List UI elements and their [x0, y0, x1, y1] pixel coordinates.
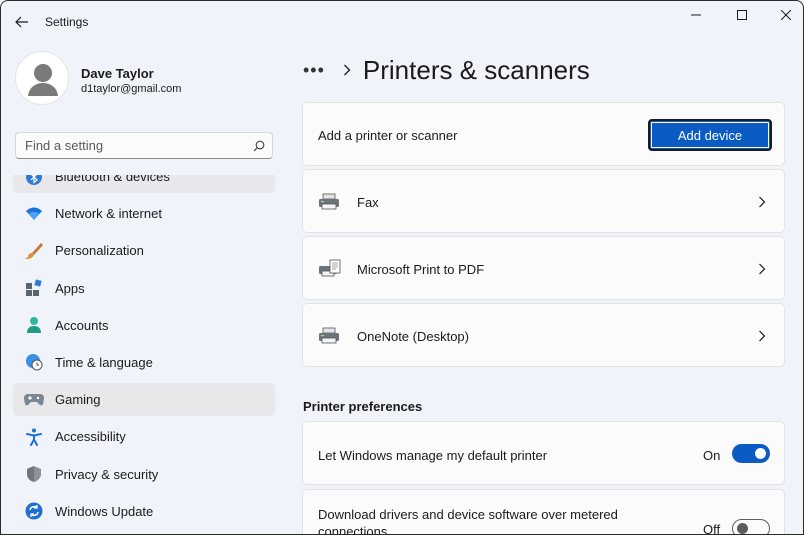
sidebar-nav: Bluetooth & devices Network & internet P… [13, 175, 279, 534]
user-profile[interactable]: Dave Taylor d1taylor@gmail.com [15, 51, 275, 107]
default-printer-state: On [703, 448, 721, 463]
add-printer-card: Add a printer or scanner Add device [302, 102, 785, 166]
toggle-knob [755, 448, 766, 459]
settings-window: Settings Dave Taylor d1taylor@gmail.com [0, 0, 804, 535]
printer-item-fax[interactable]: Fax [302, 169, 785, 233]
default-printer-toggle[interactable] [732, 444, 770, 463]
sidebar-item-windows-update[interactable]: Windows Update [13, 495, 275, 528]
update-icon [23, 500, 45, 522]
add-printer-label: Add a printer or scanner [318, 128, 458, 143]
title-bar: Settings [1, 1, 803, 41]
close-button[interactable] [769, 5, 803, 25]
sidebar-item-label: Personalization [55, 243, 144, 259]
gamepad-icon [23, 389, 45, 411]
breadcrumb: ••• Printers & scanners [303, 55, 590, 85]
sidebar-item-bluetooth[interactable]: Bluetooth & devices [13, 175, 275, 193]
search-icon[interactable] [246, 140, 272, 152]
printer-icon [318, 326, 342, 346]
sidebar-item-label: Accounts [55, 317, 109, 333]
printer-preferences-heading: Printer preferences [303, 399, 423, 414]
sidebar-item-accessibility[interactable]: Accessibility [13, 420, 275, 453]
metered-download-setting: Download drivers and device software ove… [302, 489, 785, 535]
sidebar-item-label: Apps [55, 280, 85, 296]
maximize-button[interactable] [725, 5, 759, 25]
sidebar-item-label: Gaming [55, 392, 101, 408]
paintbrush-icon [23, 240, 45, 262]
sidebar-item-label: Windows Update [55, 503, 154, 519]
user-avatar-icon [28, 64, 58, 96]
sidebar-item-privacy[interactable]: Privacy & security [13, 458, 275, 491]
person-icon [23, 314, 45, 336]
metered-download-label: Download drivers and device software ove… [318, 507, 618, 535]
printer-name: Fax [357, 195, 379, 210]
sidebar-item-accounts[interactable]: Accounts [13, 309, 275, 342]
sidebar-item-label: Time & language [55, 354, 153, 370]
page-title: Printers & scanners [362, 54, 590, 85]
sidebar-item-apps[interactable]: Apps [13, 272, 275, 305]
search-box [15, 132, 273, 159]
close-icon [781, 10, 791, 20]
sidebar-item-time-language[interactable]: Time & language [13, 346, 275, 379]
shield-icon [23, 463, 45, 485]
toggle-knob [737, 523, 748, 534]
sidebar-item-label: Accessibility [55, 429, 126, 445]
user-email: d1taylor@gmail.com [81, 83, 182, 95]
breadcrumb-more-button[interactable]: ••• [303, 60, 325, 81]
pdf-printer-icon [318, 259, 342, 279]
accessibility-icon [23, 426, 45, 448]
maximize-icon [737, 10, 747, 20]
printer-item-onenote[interactable]: OneNote (Desktop) [302, 303, 785, 367]
printer-name: OneNote (Desktop) [357, 329, 469, 344]
minimize-button[interactable] [679, 5, 713, 25]
chevron-right-icon [758, 195, 766, 213]
back-button[interactable] [11, 11, 33, 33]
chevron-right-icon [758, 329, 766, 347]
metered-download-state: Off [703, 522, 721, 535]
sidebar-item-label: Bluetooth & devices [55, 175, 170, 184]
sidebar-item-label: Network & internet [55, 206, 162, 222]
fax-printer-icon [318, 192, 342, 212]
default-printer-label: Let Windows manage my default printer [318, 448, 548, 463]
default-printer-setting: Let Windows manage my default printer On [302, 421, 785, 485]
chevron-right-icon [343, 64, 351, 76]
globe-clock-icon [23, 351, 45, 373]
metered-download-toggle[interactable] [732, 519, 770, 534]
chevron-right-icon [758, 262, 766, 280]
bluetooth-icon [23, 175, 45, 188]
app-title: Settings [45, 15, 89, 29]
printer-item-microsoft-print-to-pdf[interactable]: Microsoft Print to PDF [302, 236, 785, 300]
user-name: Dave Taylor [81, 66, 154, 81]
sidebar-item-label: Privacy & security [55, 466, 159, 482]
sidebar-item-network[interactable]: Network & internet [13, 197, 275, 230]
sidebar-item-gaming[interactable]: Gaming [13, 383, 275, 417]
apps-icon [23, 277, 45, 299]
back-arrow-icon [15, 16, 28, 28]
search-input[interactable] [16, 133, 246, 158]
minimize-icon [691, 14, 701, 16]
add-device-button[interactable]: Add device [648, 119, 772, 151]
avatar [15, 51, 69, 105]
sidebar-item-personalization[interactable]: Personalization [13, 234, 275, 267]
wifi-icon [23, 203, 45, 225]
printer-name: Microsoft Print to PDF [357, 262, 485, 277]
